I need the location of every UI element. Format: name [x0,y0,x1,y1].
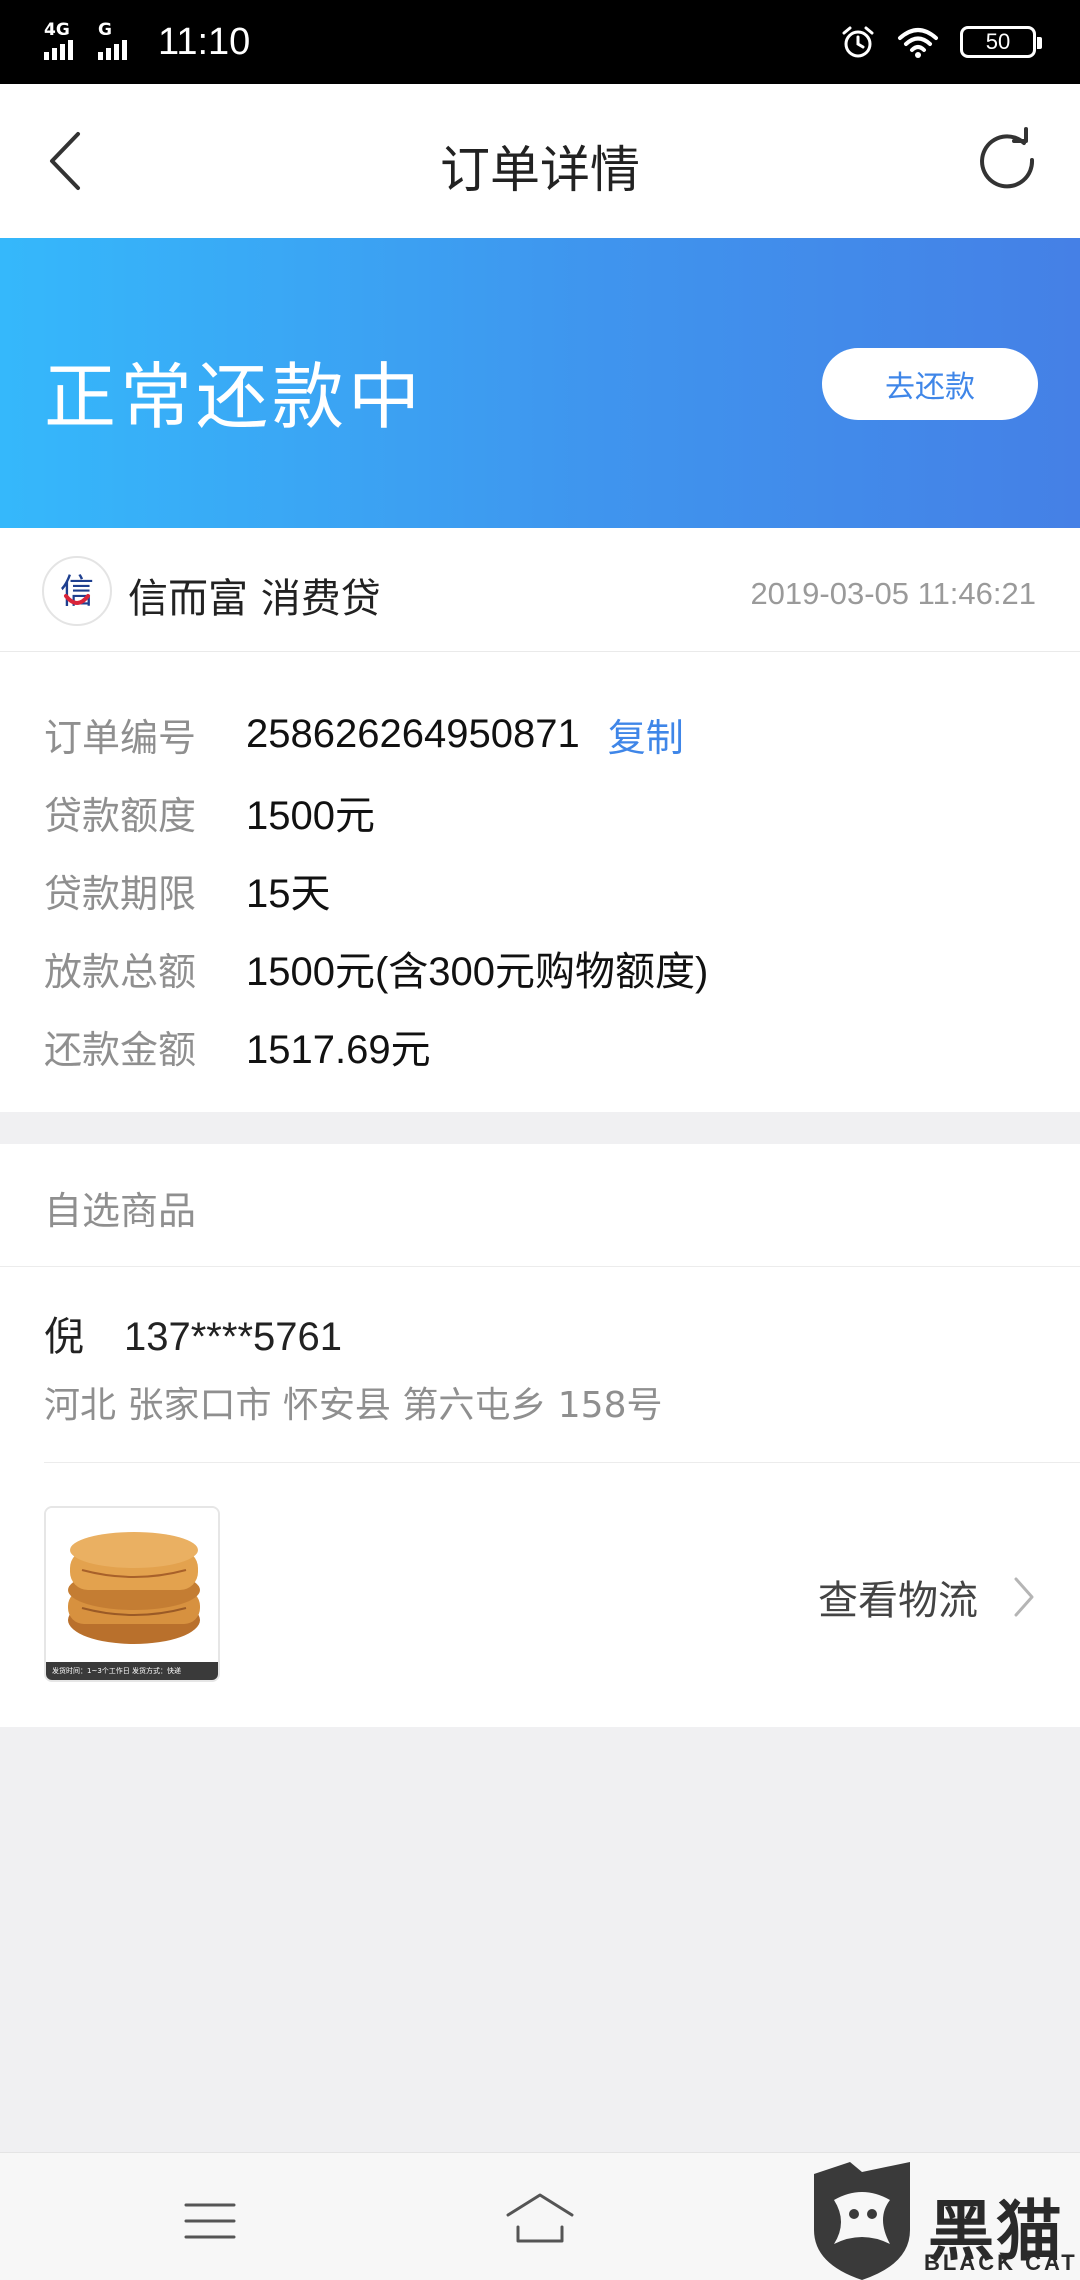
divider [0,1266,1080,1267]
loan-status: 正常还款中 [44,355,425,439]
detail-value: 15天 [246,872,331,916]
network-type-1: 4G [44,20,70,40]
network-type-2: G [98,20,112,40]
detail-row-repay-amount: 还款金额 1517.69元 [44,1016,431,1076]
menu-icon[interactable] [184,2201,236,2241]
wifi-icon [898,28,938,58]
merchant-name: 信而富 消费贷 [128,576,381,622]
divider [44,1462,1080,1463]
status-bar: 4G G 11:10 50 [0,0,1080,84]
nav-bar: 订单详情 [0,84,1080,238]
detail-label: 贷款期限 [44,871,197,916]
quilt-product-image [46,1508,218,1666]
watermark-subtext: BLACK CAT [924,2250,1078,2275]
products-section: 自选商品 倪 137****5761 河北 张家口市 怀安县 第六屯乡 158号 … [0,1144,1080,1727]
order-details: 订单编号 258626264950871 复制 贷款额度 1500元 贷款期限 … [0,652,1080,1112]
detail-row-disbursed-total: 放款总额 1500元(含300元购物额度) [44,938,708,998]
repay-button[interactable]: 去还款 [822,348,1038,420]
status-time: 11:10 [158,20,251,63]
view-logistics-label: 查看物流 [818,1578,978,1624]
home-icon[interactable] [504,2189,576,2249]
detail-row-loan-limit: 贷款额度 1500元 [44,782,375,842]
status-left: 4G G 11:10 [44,18,250,66]
detail-value: 1500元 [246,794,375,838]
merchant-logo-char: 信 [60,572,94,612]
battery-level: 50 [985,29,1011,54]
signal-4g-icon: 4G [44,20,84,62]
detail-value: 1500元(含300元购物额度) [246,950,709,994]
product-thumbnail[interactable]: 发货时间：1~3个工作日 发货方式：快递 [44,1506,220,1682]
detail-value: 1517.69元 [246,1028,431,1072]
merchant-row: 信 信而富 消费贷 2019-03-05 11:46:21 [0,528,1080,652]
recipient-line: 倪 137****5761 [44,1304,342,1362]
alarm-icon [842,26,874,58]
signal-g-icon: G [98,20,138,62]
view-logistics-button[interactable]: 查看物流 [818,1568,1036,1626]
thumbnail-caption: 发货时间：1~3个工作日 发货方式：快递 [46,1662,218,1680]
copy-button[interactable]: 复制 [608,707,684,762]
merchant-logo-icon: 信 [60,572,94,612]
recipient-name: 倪 [44,1314,84,1360]
detail-label: 放款总额 [44,949,197,994]
recipient-phone: 137****5761 [124,1315,342,1359]
battery-icon: 50 [960,26,1042,58]
section-title: 自选商品 [44,1189,197,1233]
merchant-logo: 信 [42,556,112,626]
refresh-icon[interactable] [972,126,1044,198]
detail-row-order-number: 订单编号 258626264950871 复制 [44,704,684,764]
detail-label: 贷款额度 [44,793,197,838]
detail-label: 订单编号 [44,715,197,760]
order-timestamp: 2019-03-05 11:46:21 [750,576,1036,611]
page-title: 订单详情 [440,141,640,199]
status-right: 50 [840,18,1042,66]
detail-row-loan-term: 贷款期限 15天 [44,860,331,920]
detail-value: 258626264950871 [246,711,580,756]
detail-label: 还款金额 [44,1027,197,1072]
status-banner: 正常还款中 去还款 [0,238,1080,528]
shipping-address: 河北 张家口市 怀安县 第六屯乡 158号 [44,1385,663,1426]
chevron-right-icon [1014,1577,1034,1617]
